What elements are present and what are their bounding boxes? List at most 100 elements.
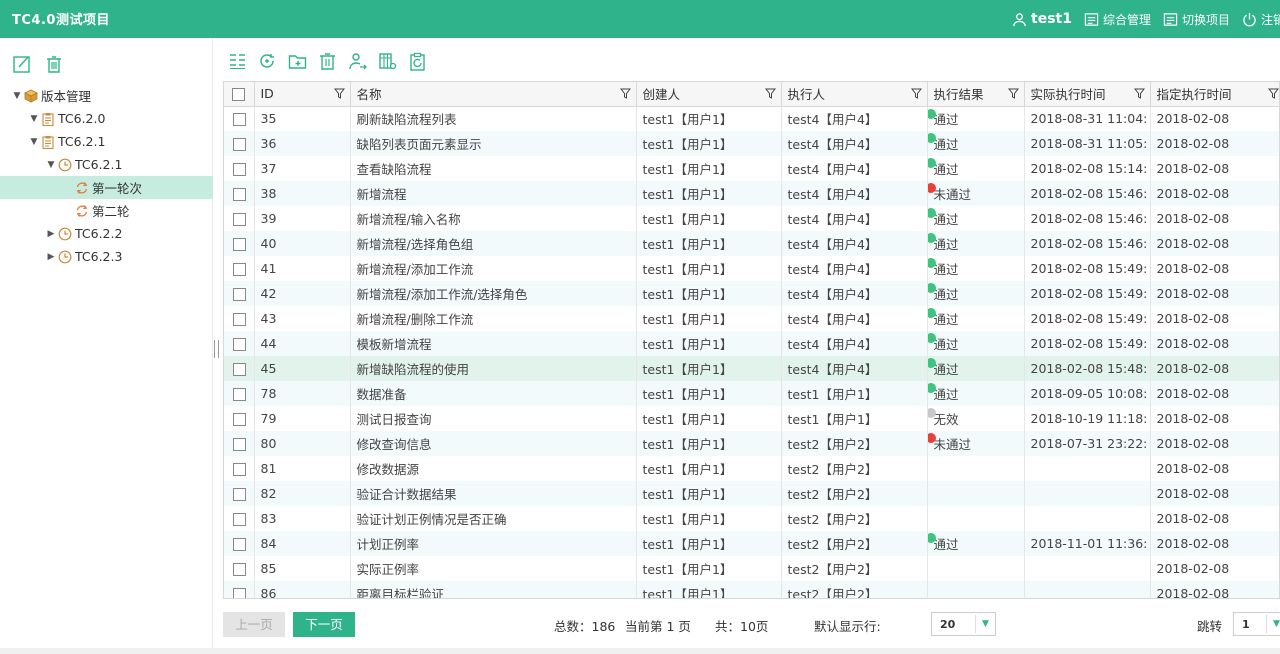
table-row[interactable]: 80 修改查询信息 test1【用户1】 test2【用户2】 未通过 2018-07-3… bbox=[224, 431, 1279, 456]
table-row[interactable]: 84 计划正例率 test1【用户1】 test2【用户2】 通过 2018-11-01 … bbox=[224, 531, 1279, 556]
table-row[interactable]: 81 修改数据源 test1【用户1】 test2【用户2】 2018-02-08 bbox=[224, 456, 1279, 481]
collapse-arrow-icon[interactable]: ▶ bbox=[46, 229, 56, 239]
expand-arrow-icon[interactable]: ▼ bbox=[29, 137, 39, 147]
table-row[interactable]: 43 新增流程/删除工作流 test1【用户1】 test4【用户4】 通过 2018-0… bbox=[224, 306, 1279, 331]
tree-node[interactable]: ▶ TC6.2.2 bbox=[0, 222, 213, 245]
delete-icon[interactable] bbox=[44, 54, 64, 74]
filter-icon[interactable] bbox=[1007, 88, 1019, 99]
row-select-cell[interactable] bbox=[224, 506, 255, 531]
row-checkbox[interactable] bbox=[233, 213, 246, 226]
row-select-cell[interactable] bbox=[224, 331, 255, 356]
table-row[interactable]: 41 新增流程/添加工作流 test1【用户1】 test4【用户4】 通过 2018-0… bbox=[224, 256, 1279, 281]
prev-page-button[interactable]: 上一页 bbox=[223, 612, 285, 637]
row-select-cell[interactable] bbox=[224, 206, 255, 231]
row-checkbox[interactable] bbox=[233, 588, 246, 598]
filter-icon[interactable] bbox=[1267, 88, 1279, 99]
table-row[interactable]: 85 实际正例率 test1【用户1】 test2【用户2】 2018-02-08 bbox=[224, 556, 1279, 581]
row-select-cell[interactable] bbox=[224, 181, 255, 206]
col-header-executor[interactable]: 执行人 bbox=[781, 82, 928, 107]
select-all-cell[interactable] bbox=[224, 82, 255, 107]
tree-node[interactable]: 第一轮次 bbox=[0, 176, 213, 199]
table-settings-icon[interactable] bbox=[378, 52, 397, 71]
filter-icon[interactable] bbox=[1133, 88, 1145, 99]
user-menu[interactable]: test1 bbox=[1012, 11, 1072, 27]
row-select-cell[interactable] bbox=[224, 406, 255, 431]
row-checkbox[interactable] bbox=[233, 313, 246, 326]
tree-node[interactable]: ▼ TC6.2.1 bbox=[0, 153, 213, 176]
tree-node[interactable]: ▶ TC6.2.3 bbox=[0, 245, 213, 268]
row-checkbox[interactable] bbox=[233, 488, 246, 501]
expand-arrow-icon[interactable]: ▼ bbox=[46, 160, 56, 170]
row-checkbox[interactable] bbox=[233, 363, 246, 376]
table-row[interactable]: 36 缺陷列表页面元素显示 test1【用户1】 test4【用户4】 通过 2018-0… bbox=[224, 131, 1279, 156]
row-select-cell[interactable] bbox=[224, 581, 255, 598]
row-select-cell[interactable] bbox=[224, 281, 255, 306]
tree-node[interactable]: ▼ TC6.2.1 bbox=[0, 130, 213, 153]
tree-node[interactable]: 第二轮 bbox=[0, 199, 213, 222]
col-header-name[interactable]: 名称 bbox=[350, 82, 637, 107]
row-checkbox[interactable] bbox=[233, 238, 246, 251]
row-select-cell[interactable] bbox=[224, 531, 255, 556]
row-select-cell[interactable] bbox=[224, 156, 255, 181]
col-header-result[interactable]: 执行结果 bbox=[927, 82, 1025, 107]
next-page-button[interactable]: 下一页 bbox=[293, 612, 355, 637]
filter-icon[interactable] bbox=[333, 88, 345, 99]
filter-icon[interactable] bbox=[764, 88, 776, 99]
refresh-add-icon[interactable] bbox=[258, 52, 277, 71]
row-select-cell[interactable] bbox=[224, 106, 255, 131]
table-row[interactable]: 39 新增流程/输入名称 test1【用户1】 test4【用户4】 通过 2018-02… bbox=[224, 206, 1279, 231]
row-checkbox[interactable] bbox=[233, 188, 246, 201]
tree-node[interactable]: ▼ TC6.2.0 bbox=[0, 107, 213, 130]
switch-project-link[interactable]: 切换项目 bbox=[1163, 11, 1230, 28]
table-row[interactable]: 44 模板新增流程 test1【用户1】 test4【用户4】 通过 2018-02-08… bbox=[224, 331, 1279, 356]
rows-per-page-select[interactable]: 20 ▼ bbox=[931, 612, 996, 636]
panel-splitter[interactable] bbox=[214, 340, 219, 358]
row-select-cell[interactable] bbox=[224, 306, 255, 331]
table-row[interactable]: 45 新增缺陷流程的使用 test1【用户1】 test4【用户4】 通过 2018-02… bbox=[224, 356, 1279, 381]
col-header-actual-time[interactable]: 实际执行时间 bbox=[1024, 82, 1151, 107]
col-header-creator[interactable]: 创建人 bbox=[636, 82, 782, 107]
row-checkbox[interactable] bbox=[233, 263, 246, 276]
row-select-cell[interactable] bbox=[224, 356, 255, 381]
table-row[interactable]: 37 查看缺陷流程 test1【用户1】 test4【用户4】 通过 2018-02-08… bbox=[224, 156, 1279, 181]
table-row[interactable]: 86 距离目标栏验证 test1【用户1】 test2【用户2】 2018-02-08 bbox=[224, 581, 1279, 598]
tree-list-icon[interactable] bbox=[228, 52, 247, 71]
logout-link[interactable]: 注销 bbox=[1242, 11, 1280, 28]
trash-icon[interactable] bbox=[318, 52, 337, 71]
manage-link[interactable]: 综合管理 bbox=[1084, 11, 1151, 28]
col-header-planned-time[interactable]: 指定执行时间 bbox=[1150, 82, 1279, 107]
folder-add-icon[interactable] bbox=[288, 52, 307, 71]
filter-icon[interactable] bbox=[619, 88, 631, 99]
row-select-cell[interactable] bbox=[224, 381, 255, 406]
row-checkbox[interactable] bbox=[233, 438, 246, 451]
row-checkbox[interactable] bbox=[233, 563, 246, 576]
table-row[interactable]: 42 新增流程/添加工作流/选择角色 test1【用户1】 test4【用户4】 通过 2… bbox=[224, 281, 1279, 306]
row-select-cell[interactable] bbox=[224, 231, 255, 256]
row-checkbox[interactable] bbox=[233, 138, 246, 151]
row-checkbox[interactable] bbox=[233, 538, 246, 551]
table-row[interactable]: 38 新增流程 test1【用户1】 test4【用户4】 未通过 2018-02-08 … bbox=[224, 181, 1279, 206]
table-row[interactable]: 83 验证计划正例情况是否正确 test1【用户1】 test2【用户2】 2018-0… bbox=[224, 506, 1279, 531]
table-row[interactable]: 82 验证合计数据结果 test1【用户1】 test2【用户2】 2018-02-08 bbox=[224, 481, 1279, 506]
row-checkbox[interactable] bbox=[233, 163, 246, 176]
clipboard-refresh-icon[interactable] bbox=[408, 52, 427, 71]
row-checkbox[interactable] bbox=[233, 413, 246, 426]
table-row[interactable]: 79 测试日报查询 test1【用户1】 test1【用户1】 无效 2018-10-19… bbox=[224, 406, 1279, 431]
row-checkbox[interactable] bbox=[233, 463, 246, 476]
row-checkbox[interactable] bbox=[233, 513, 246, 526]
row-select-cell[interactable] bbox=[224, 556, 255, 581]
row-select-cell[interactable] bbox=[224, 481, 255, 506]
row-select-cell[interactable] bbox=[224, 431, 255, 456]
edit-icon[interactable] bbox=[12, 54, 32, 74]
assign-user-icon[interactable] bbox=[348, 52, 367, 71]
tree-node[interactable]: ▼ 版本管理 bbox=[0, 84, 213, 107]
row-checkbox[interactable] bbox=[233, 288, 246, 301]
row-checkbox[interactable] bbox=[233, 338, 246, 351]
row-select-cell[interactable] bbox=[224, 256, 255, 281]
col-header-id[interactable]: ID bbox=[254, 82, 351, 107]
row-checkbox[interactable] bbox=[233, 388, 246, 401]
expand-arrow-icon[interactable]: ▼ bbox=[12, 91, 22, 101]
row-checkbox[interactable] bbox=[233, 113, 246, 127]
table-row[interactable]: 78 数据准备 test1【用户1】 test1【用户1】 通过 2018-09-05 1… bbox=[224, 381, 1279, 406]
row-select-cell[interactable] bbox=[224, 456, 255, 481]
